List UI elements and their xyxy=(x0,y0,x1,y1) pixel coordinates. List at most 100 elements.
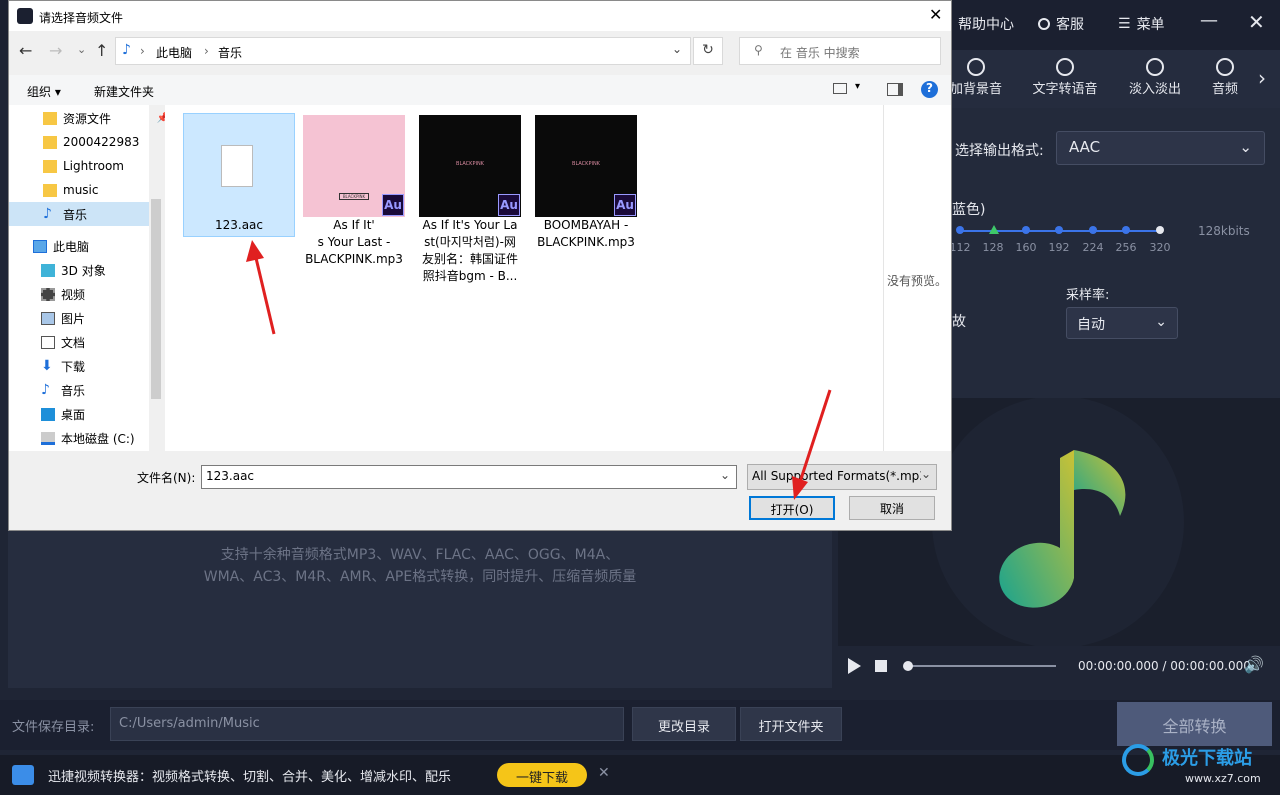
album-logo: BLACKPINK xyxy=(456,161,484,167)
progress-track[interactable] xyxy=(906,665,1056,667)
nav-item[interactable]: 视频 xyxy=(41,282,167,306)
recent-dropdown-icon[interactable]: ⌄ xyxy=(77,43,86,56)
menu-button[interactable]: ☰ 菜单 xyxy=(1118,14,1165,34)
nav-item[interactable]: 本地磁盘 (C:) xyxy=(41,426,167,450)
breadcrumb-this-pc[interactable]: 此电脑 xyxy=(156,44,192,61)
support-button[interactable]: 客服 xyxy=(1038,14,1084,34)
video-converter-icon xyxy=(12,765,34,785)
back-icon[interactable]: ← xyxy=(19,41,32,60)
save-dir-label: 文件保存目录: xyxy=(12,720,95,735)
nav-item[interactable]: 资源文件 📌 xyxy=(43,106,169,130)
bitrate-stop[interactable] xyxy=(956,226,964,234)
save-dir-field[interactable]: C:/Users/admin/Music xyxy=(110,707,624,741)
album-thumbnail[interactable]: BLACKPINK Au xyxy=(419,115,521,217)
album-thumbnail[interactable]: BLACKPINK Au xyxy=(535,115,637,217)
address-bar[interactable]: ♪ › 此电脑 › 音乐 ⌄ xyxy=(115,37,691,65)
computer-icon xyxy=(33,239,47,253)
bitrate-stop[interactable] xyxy=(1122,226,1130,234)
view-icon[interactable] xyxy=(833,83,847,94)
tool-audio[interactable]: 音频 xyxy=(1200,58,1250,97)
bitrate-tick: 128 xyxy=(982,241,1004,254)
minimize-button[interactable]: — xyxy=(1200,10,1218,31)
folder-icon xyxy=(43,183,57,197)
nav-item[interactable]: 图片 xyxy=(41,306,167,330)
time-display: 00:00:00.000 / 00:00:00.000 xyxy=(1078,659,1251,673)
cancel-button[interactable]: 取消 xyxy=(849,496,935,520)
no-preview-text: 没有预览。 xyxy=(887,274,948,288)
chevron-right-icon[interactable]: › xyxy=(1258,66,1266,90)
breadcrumb-separator: › xyxy=(140,44,145,58)
refresh-icon[interactable]: ↻ xyxy=(693,37,723,65)
convert-all-button[interactable]: 全部转换 xyxy=(1117,702,1272,746)
headset-icon xyxy=(1038,18,1050,30)
nav-item[interactable]: music xyxy=(43,178,169,202)
quality-label: 蓝色) xyxy=(952,202,986,218)
close-app-button[interactable]: ✕ xyxy=(1248,10,1265,34)
chevron-down-icon[interactable]: ⌄ xyxy=(720,468,730,482)
music-folder-icon: ♪ xyxy=(122,42,131,58)
file-icon xyxy=(221,145,253,187)
music-icon: ♪ xyxy=(43,205,52,222)
filetype-select[interactable]: All Supported Formats(*.mp3 xyxy=(747,464,937,490)
preview-pane-icon[interactable] xyxy=(887,83,903,96)
file-name[interactable]: As If It's Your La st(마지막처럼)-网 友别名：韩国证件 照抖音… xyxy=(414,217,526,285)
bitrate-stop[interactable] xyxy=(1055,226,1063,234)
nav-item[interactable]: 桌面 xyxy=(41,402,167,426)
download-button[interactable]: 一键下载 xyxy=(497,763,587,787)
play-icon[interactable] xyxy=(848,658,861,674)
close-promo-icon[interactable]: ✕ xyxy=(598,765,610,781)
bitrate-stop[interactable] xyxy=(1156,226,1164,234)
nav-item[interactable]: 2000422983 xyxy=(43,130,169,154)
up-icon[interactable]: ↑ xyxy=(95,41,108,60)
volume-icon[interactable]: 🔊 xyxy=(1244,655,1264,674)
tool-fade[interactable]: 淡入淡出 xyxy=(1115,58,1195,97)
stop-icon[interactable] xyxy=(875,660,887,672)
audition-badge-icon: Au xyxy=(382,194,404,216)
output-format-select[interactable]: AAC ⌄ xyxy=(1056,131,1265,165)
help-icon[interactable]: ? xyxy=(921,81,938,98)
open-folder-button[interactable]: 打开文件夹 xyxy=(740,707,842,741)
watermark-text: 极光下载站 xyxy=(1162,748,1252,769)
organize-menu[interactable]: 组织 ▾ xyxy=(27,83,61,100)
file-name[interactable]: As If It' s Your Last - BLACKPINK.mp3 xyxy=(298,217,410,268)
search-input[interactable]: ⚲ 在 音乐 中搜索 xyxy=(739,37,941,65)
view-dropdown-icon[interactable]: ▾ xyxy=(855,81,860,92)
nav-item-this-pc[interactable]: 此电脑 xyxy=(33,234,159,258)
bitrate-stop[interactable] xyxy=(1022,226,1030,234)
audition-badge-icon: Au xyxy=(614,194,636,216)
nav-item-music-quick[interactable]: ♪ 音乐 xyxy=(43,202,169,226)
chevron-down-icon: ⌄ xyxy=(1155,314,1167,330)
nav-item[interactable]: 3D 对象 xyxy=(41,258,167,282)
output-format-label: 选择输出格式: xyxy=(955,143,1044,159)
nav-item[interactable]: ⬇ 下载 xyxy=(41,354,167,378)
help-center-button[interactable]: 帮助中心 xyxy=(958,14,1014,34)
folder-icon xyxy=(43,135,57,149)
new-folder-button[interactable]: 新建文件夹 xyxy=(94,83,154,100)
open-button[interactable]: 打开(O) xyxy=(749,496,835,520)
file-name[interactable]: BOOMBAYAH - BLACKPINK.mp3 xyxy=(530,217,642,251)
album-logo: BLACKPINK xyxy=(572,161,600,167)
progress-handle[interactable] xyxy=(903,661,913,671)
folder-icon xyxy=(43,111,57,125)
nav-item[interactable]: 文档 xyxy=(41,330,167,354)
nav-item[interactable]: ♪ 音乐 xyxy=(41,378,167,402)
tool-text-to-speech[interactable]: 文字转语音 xyxy=(1025,58,1105,97)
format-hint-line2: WMA、AC3、M4R、AMR、APE格式转换，同时提升、压缩音频质量 xyxy=(203,569,637,585)
filename-input[interactable]: 123.aac ⌄ xyxy=(201,465,737,489)
dialog-title: 请选择音频文件 xyxy=(39,11,124,25)
breadcrumb-music[interactable]: 音乐 xyxy=(218,44,242,61)
chevron-down-icon: ⌄ xyxy=(1239,138,1252,156)
chevron-down-icon[interactable]: ⌄ xyxy=(672,42,682,56)
sample-rate-select[interactable]: 自动 ⌄ xyxy=(1066,307,1178,339)
bitrate-handle[interactable] xyxy=(989,225,999,234)
dialog-close-icon[interactable]: ✕ xyxy=(929,5,942,24)
album-thumbnail[interactable]: BLACKPINK Au xyxy=(303,115,405,217)
change-dir-button[interactable]: 更改目录 xyxy=(632,707,736,741)
breadcrumb-separator: › xyxy=(204,44,209,58)
bitrate-tick: 160 xyxy=(1015,241,1037,254)
bitrate-tick: 224 xyxy=(1082,241,1104,254)
nav-item[interactable]: Lightroom xyxy=(43,154,169,178)
forward-icon[interactable]: → xyxy=(49,41,62,60)
chevron-down-icon[interactable]: ⌄ xyxy=(921,467,935,487)
bitrate-stop[interactable] xyxy=(1089,226,1097,234)
